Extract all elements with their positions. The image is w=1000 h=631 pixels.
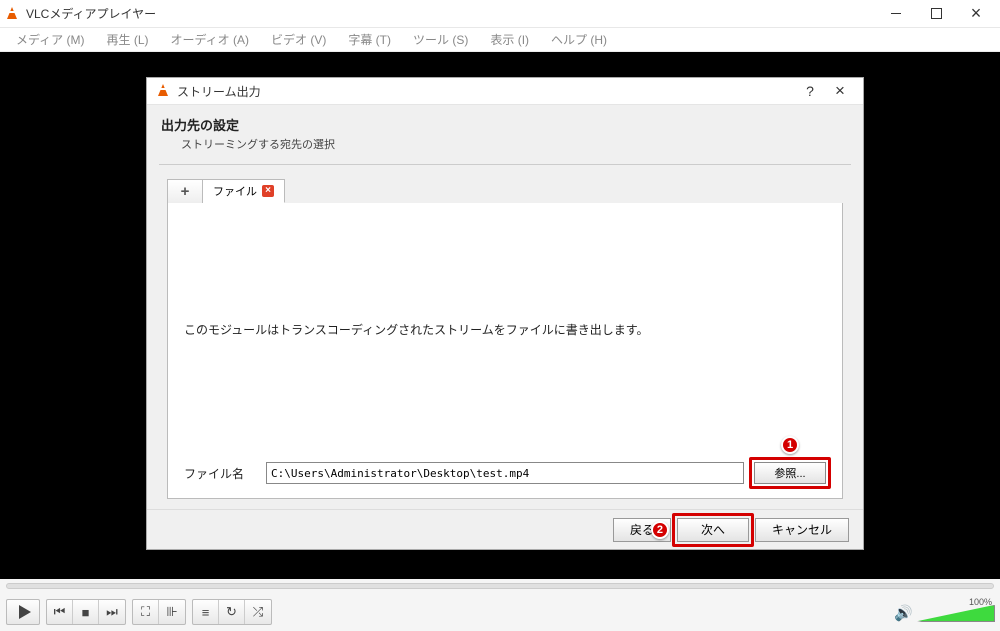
extended-settings-button[interactable]: ⊪ [159,600,185,624]
plus-icon: + [181,183,190,200]
cancel-button[interactable]: キャンセル [755,518,849,542]
window-close-button[interactable] [956,0,996,28]
annotation-badge-1: 1 [781,436,799,454]
filename-input[interactable] [266,462,744,484]
shuffle-button[interactable]: ⤮ [245,600,271,624]
vlc-cone-icon [4,6,20,22]
tab-file[interactable]: ファイル × [203,179,285,203]
seekbar-row [0,579,1000,593]
dialog-close-button[interactable]: × [825,81,855,101]
playlist-button[interactable]: ≡ [193,600,219,624]
filename-label: ファイル名 [184,465,256,482]
tab-close-icon[interactable]: × [262,185,274,197]
volume-control[interactable]: 🔊 100% [898,601,994,623]
menu-video[interactable]: ビデオ (V) [261,29,336,50]
previous-button[interactable]: ⏮ [47,600,73,624]
menu-help[interactable]: ヘルプ (H) [541,29,617,50]
module-description: このモジュールはトランスコーディングされたストリームをファイルに書き出します。 [184,321,826,338]
window-maximize-button[interactable] [916,0,956,28]
menu-playback[interactable]: 再生 (L) [96,29,158,50]
menu-view[interactable]: 表示 (I) [480,29,539,50]
dialog-title: ストリーム出力 [177,83,795,100]
annotation-badge-2: 2 [651,521,669,539]
add-destination-tab[interactable]: + [167,179,203,203]
seek-slider[interactable] [6,583,994,589]
fullscreen-button[interactable]: ⛶ [133,600,159,624]
dialog-subheading: ストリーミングする宛先の選択 [181,136,849,152]
menu-audio[interactable]: オーディオ (A) [161,29,260,50]
window-titlebar: VLCメディアプレイヤー [0,0,1000,28]
next-button[interactable]: 次へ [677,518,749,542]
dialog-help-button[interactable]: ? [795,83,825,99]
window-title: VLCメディアプレイヤー [26,5,876,22]
stream-output-dialog: ストリーム出力 ? × 出力先の設定 ストリーミングする宛先の選択 + ファイル… [146,77,864,550]
menu-tools[interactable]: ツール (S) [403,29,478,50]
browse-button[interactable]: 参照... [754,462,826,484]
destination-panel: このモジュールはトランスコーディングされたストリームをファイルに書き出します。 … [167,203,843,499]
menu-media[interactable]: メディア (M) [6,29,94,50]
playback-controls: ⏮ ■ ⏭ ⛶ ⊪ ≡ ↻ ⤮ 🔊 100% [0,593,1000,631]
dialog-heading: 出力先の設定 [161,115,849,134]
play-icon [19,605,31,619]
menu-subtitle[interactable]: 字幕 (T) [338,29,401,50]
vlc-cone-icon [155,83,171,99]
play-button[interactable] [6,599,40,625]
loop-button[interactable]: ↻ [219,600,245,624]
dialog-titlebar: ストリーム出力 ? × [147,78,863,105]
stop-button[interactable]: ■ [73,600,99,624]
menu-bar: メディア (M) 再生 (L) オーディオ (A) ビデオ (V) 字幕 (T)… [0,28,1000,52]
tab-file-label: ファイル [213,183,257,199]
window-minimize-button[interactable] [876,0,916,28]
speaker-icon: 🔊 [894,604,913,622]
next-button[interactable]: ⏭ [99,600,125,624]
